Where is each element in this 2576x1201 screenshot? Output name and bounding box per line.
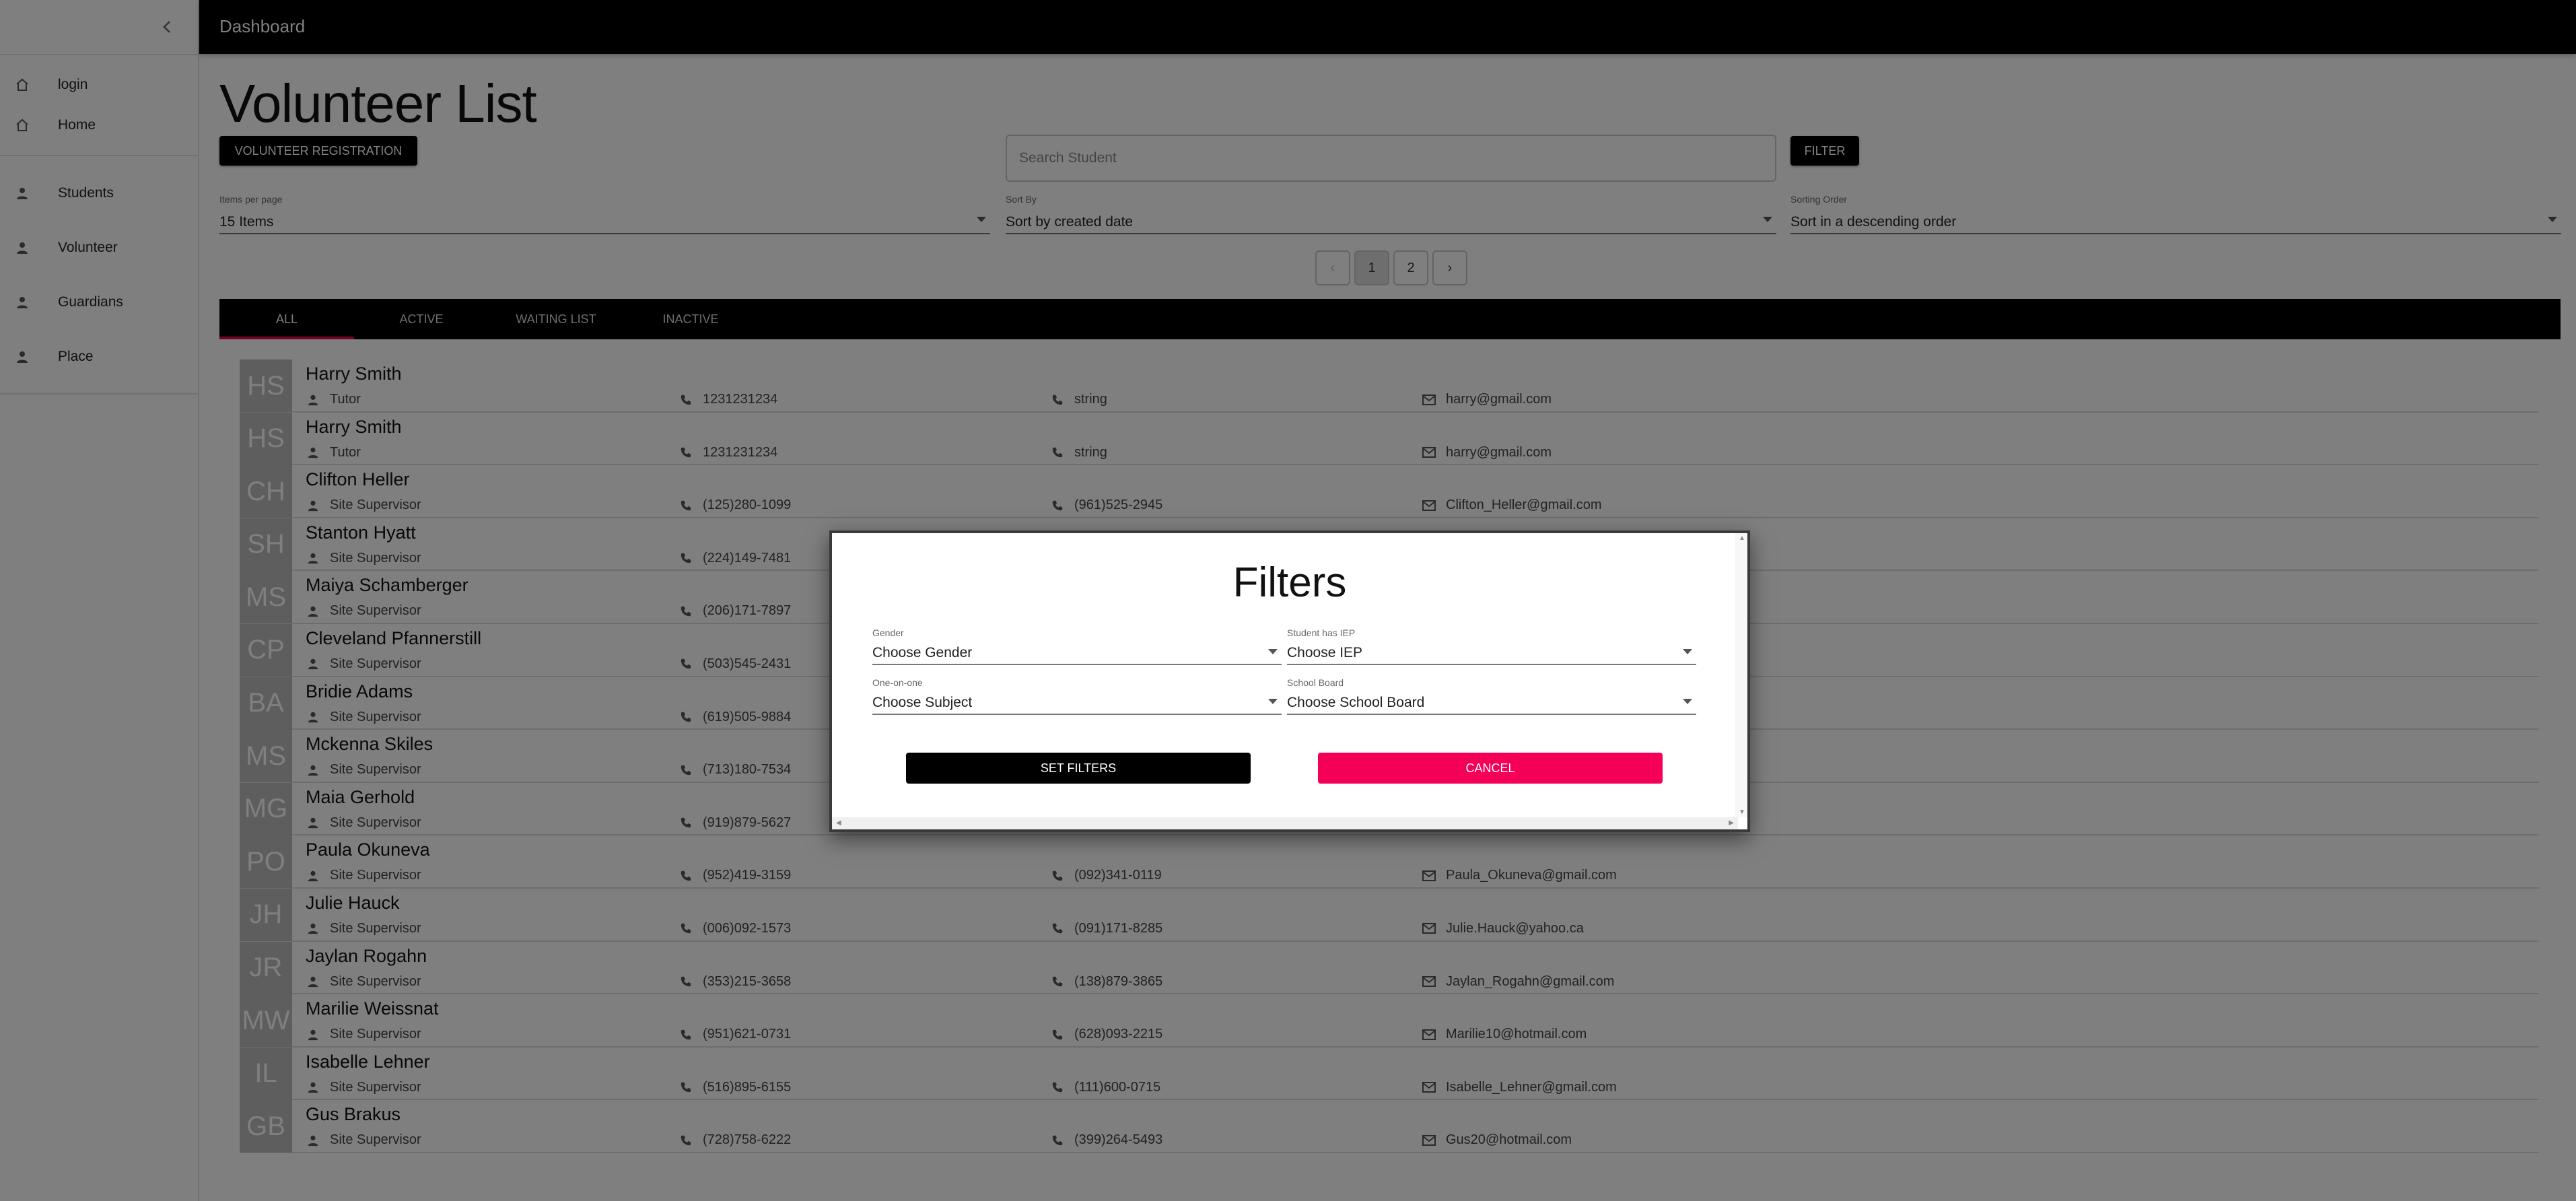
gender-label: Gender bbox=[872, 627, 904, 638]
gender-value: Choose Gender bbox=[872, 645, 973, 660]
filters-dialog: Filters Gender Choose Gender Student has… bbox=[829, 530, 1750, 832]
scroll-left-icon: ◀ bbox=[836, 819, 841, 827]
one-on-one-select[interactable]: One-on-one Choose Subject bbox=[872, 677, 1282, 715]
one-on-one-value: Choose Subject bbox=[872, 695, 973, 710]
school-board-label: School Board bbox=[1287, 677, 1344, 688]
dropdown-arrow-icon bbox=[1268, 699, 1278, 704]
dropdown-arrow-icon bbox=[1683, 649, 1692, 654]
horizontal-scrollbar[interactable]: ◀ ▶ bbox=[832, 817, 1738, 829]
iep-label: Student has IEP bbox=[1287, 627, 1356, 638]
school-board-value: Choose School Board bbox=[1287, 695, 1425, 710]
scroll-down-icon: ▼ bbox=[1739, 809, 1745, 816]
set-filters-button[interactable]: SET FILTERS bbox=[906, 753, 1251, 784]
dropdown-arrow-icon bbox=[1268, 649, 1278, 654]
iep-value: Choose IEP bbox=[1287, 645, 1363, 660]
vertical-scrollbar[interactable]: ▲ ▼ bbox=[1735, 533, 1747, 817]
school-board-select[interactable]: School Board Choose School Board bbox=[1287, 677, 1696, 715]
iep-select[interactable]: Student has IEP Choose IEP bbox=[1287, 627, 1696, 665]
gender-select[interactable]: Gender Choose Gender bbox=[872, 627, 1282, 665]
scroll-right-icon: ▶ bbox=[1729, 819, 1734, 827]
dropdown-arrow-icon bbox=[1683, 699, 1692, 704]
dialog-title: Filters bbox=[1232, 559, 1347, 606]
cancel-button[interactable]: CANCEL bbox=[1318, 753, 1663, 784]
one-on-one-label: One-on-one bbox=[872, 677, 923, 688]
scroll-up-icon: ▲ bbox=[1739, 535, 1745, 542]
